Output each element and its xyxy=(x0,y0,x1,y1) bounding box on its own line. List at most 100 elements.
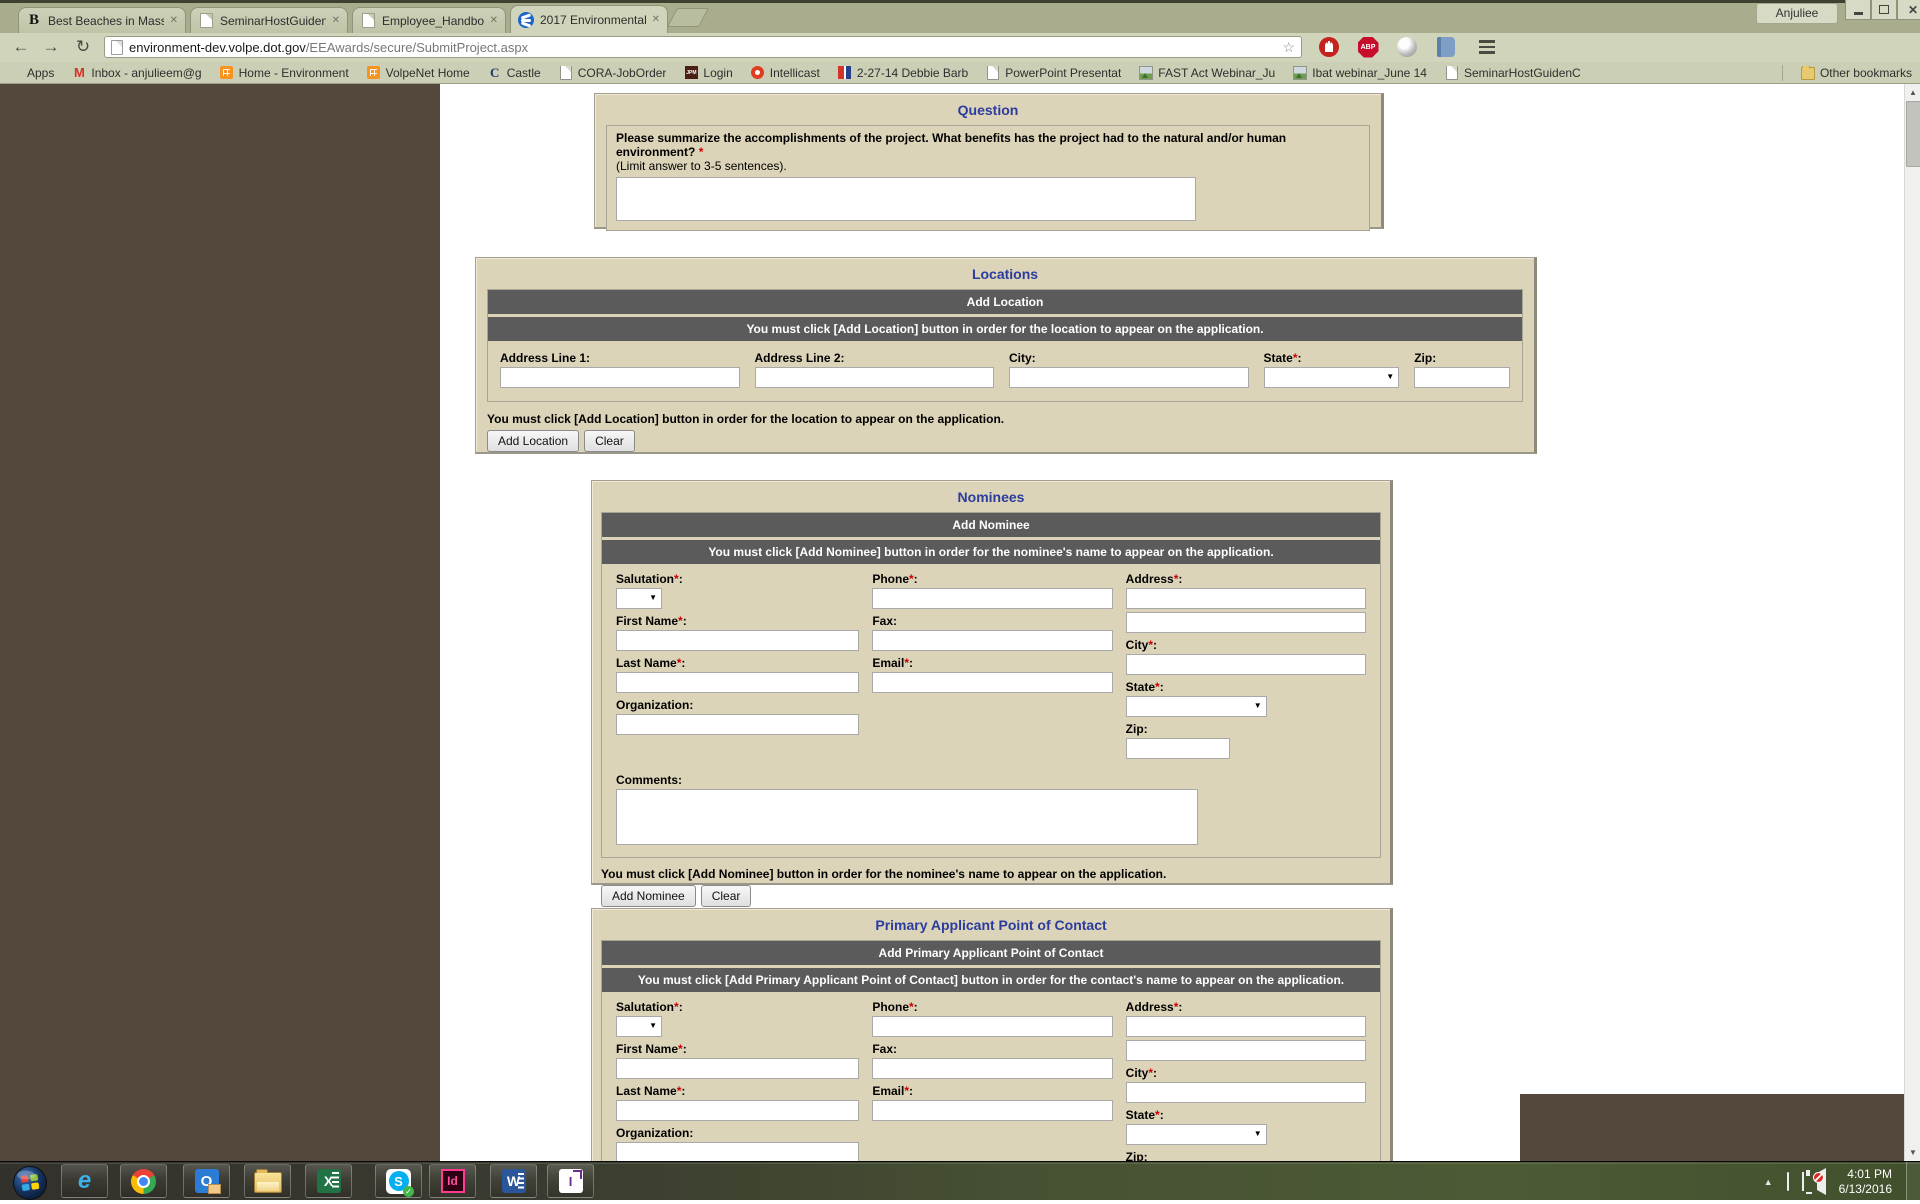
scrollbar-thumb[interactable] xyxy=(1906,101,1920,167)
clear-button[interactable]: Clear xyxy=(701,885,752,907)
salutation-select[interactable]: ▼ xyxy=(616,588,662,609)
start-button[interactable] xyxy=(6,1164,42,1200)
taskbar-skype-button[interactable]: S xyxy=(375,1164,422,1198)
state-select[interactable]: ▼ xyxy=(1126,696,1267,717)
bookmark-castle[interactable]: CCastle xyxy=(488,66,541,80)
bookmark-star-icon[interactable]: ☆ xyxy=(1282,39,1295,56)
chrome-menu-button[interactable] xyxy=(1474,36,1500,58)
bookmark-debbie-barbo[interactable]: 2-27-14 Debbie Barb xyxy=(838,66,968,80)
bookmark-fast-act-webinar[interactable]: FAST Act Webinar_Ju xyxy=(1139,66,1275,80)
address-line-2-input[interactable] xyxy=(1126,1040,1366,1061)
other-bookmarks[interactable]: Other bookmarks xyxy=(1801,66,1912,80)
city-label: City*: xyxy=(1126,638,1366,652)
last-name-input[interactable] xyxy=(616,672,859,693)
comments-textarea[interactable] xyxy=(616,789,1198,845)
bookmark-home-environment[interactable]: Home - Environment xyxy=(220,66,349,80)
fax-input[interactable] xyxy=(872,1058,1112,1079)
bookmark-volpenet-home[interactable]: VolpeNet Home xyxy=(367,66,470,80)
scroll-up-icon[interactable]: ▲ xyxy=(1905,84,1920,101)
bookmark-powerpoint[interactable]: PowerPoint Presentat xyxy=(986,66,1121,80)
zip-input[interactable] xyxy=(1414,367,1510,388)
bookmark-intellicast[interactable]: Intellicast xyxy=(751,66,820,80)
hidden-icons-button[interactable]: ▲ xyxy=(1764,1177,1773,1187)
clear-button[interactable]: Clear xyxy=(584,430,635,452)
ghostery-extension-icon[interactable] xyxy=(1396,36,1418,58)
scroll-down-icon[interactable]: ▼ xyxy=(1905,1144,1920,1161)
taskbar-ie-button[interactable]: e xyxy=(61,1164,108,1198)
tab-environmental-excellence-active[interactable]: 2017 Environmental Excell ✕ xyxy=(510,5,668,33)
address-input[interactable] xyxy=(1126,588,1366,609)
taskbar-word-button[interactable]: W xyxy=(490,1164,537,1198)
add-nominee-button[interactable]: Add Nominee xyxy=(601,885,696,907)
new-tab-button[interactable] xyxy=(667,8,709,27)
state-select[interactable]: ▼ xyxy=(1264,367,1400,388)
adblock-plus-extension-icon[interactable]: ABP xyxy=(1357,36,1379,58)
organization-input[interactable] xyxy=(616,714,859,735)
notebook-extension-icon[interactable] xyxy=(1435,36,1457,58)
phone-input[interactable] xyxy=(872,588,1112,609)
bookmark-login[interactable]: JPMLogin xyxy=(684,66,732,80)
bookmarks-bar: Apps MInbox - anjulieem@g Home - Environ… xyxy=(0,62,1920,84)
address-line-2-input[interactable] xyxy=(755,367,995,388)
back-button[interactable]: ← xyxy=(8,35,34,59)
taskbar-outlook-button[interactable]: O xyxy=(183,1164,230,1198)
city-input[interactable] xyxy=(1009,367,1249,388)
email-input[interactable] xyxy=(872,1100,1112,1121)
screen: B Best Beaches in Massachu ✕ SeminarHost… xyxy=(0,0,1920,1200)
nominees-buttons: Add Nominee Clear xyxy=(601,885,1390,907)
question-textarea[interactable] xyxy=(616,177,1196,221)
tab-close-icon[interactable]: ✕ xyxy=(652,15,660,25)
taskbar-indesign-button[interactable]: Id xyxy=(429,1164,476,1198)
reload-button[interactable]: ↻ xyxy=(70,35,96,59)
tab-close-icon[interactable]: ✕ xyxy=(490,16,498,26)
tab-best-beaches[interactable]: B Best Beaches in Massachu ✕ xyxy=(18,7,186,33)
email-input[interactable] xyxy=(872,672,1112,693)
salutation-label: Salutation*: xyxy=(616,572,859,586)
city-input[interactable] xyxy=(1126,1082,1366,1103)
bookmark-seminar-host[interactable]: SeminarHostGuidenC xyxy=(1445,66,1581,80)
tab-close-icon[interactable]: ✕ xyxy=(170,16,178,26)
restore-button[interactable] xyxy=(1871,0,1897,20)
forward-button[interactable]: → xyxy=(38,35,64,59)
first-name-input[interactable] xyxy=(616,1058,859,1079)
minimize-button[interactable] xyxy=(1845,0,1871,20)
bookmark-inbox[interactable]: MInbox - anjulieem@g xyxy=(72,66,201,80)
bookmark-cora-joborder[interactable]: CORA-JobOrder xyxy=(559,66,667,80)
network-icon[interactable] xyxy=(1802,1173,1804,1191)
volume-muted-icon[interactable] xyxy=(1817,1173,1826,1191)
address-line-2-input[interactable] xyxy=(1126,612,1366,633)
taskbar-clock[interactable]: 4:01 PM6/13/2016 xyxy=(1839,1167,1892,1197)
bookmark-apps[interactable]: Apps xyxy=(8,66,54,80)
taskbar-explorer-button[interactable] xyxy=(244,1164,291,1198)
tab-employee-handbook[interactable]: Employee_Handbook_upd ✕ xyxy=(352,7,506,33)
show-desktop-button[interactable] xyxy=(1906,1162,1920,1201)
first-name-input[interactable] xyxy=(616,630,859,651)
remove-hardware-icon[interactable] xyxy=(1787,1173,1789,1191)
taskbar-infopath-button[interactable]: I xyxy=(547,1164,594,1198)
chevron-down-icon: ▼ xyxy=(649,594,657,602)
taskbar-excel-button[interactable]: X xyxy=(305,1164,352,1198)
salutation-select[interactable]: ▼ xyxy=(616,1016,662,1037)
state-label: State*: xyxy=(1126,680,1366,694)
add-location-button[interactable]: Add Location xyxy=(487,430,579,452)
vertical-scrollbar[interactable]: ▲ ▼ xyxy=(1904,84,1920,1161)
tab-close-icon[interactable]: ✕ xyxy=(332,16,340,26)
tab-seminar-host[interactable]: SeminarHostGuidenCheck ✕ xyxy=(190,7,348,33)
address-line-1-input[interactable] xyxy=(500,367,740,388)
organization-input[interactable] xyxy=(616,1142,859,1161)
stop-hand-extension-icon[interactable] xyxy=(1318,36,1340,58)
last-name-input[interactable] xyxy=(616,1100,859,1121)
close-button[interactable]: ✕ xyxy=(1897,0,1920,20)
locations-note: You must click [Add Location] button in … xyxy=(487,412,1534,426)
address-input[interactable] xyxy=(1126,1016,1366,1037)
url-text[interactable]: environment-dev.volpe.dot.gov/EEAwards/s… xyxy=(129,40,1276,55)
url-bar[interactable]: environment-dev.volpe.dot.gov/EEAwards/s… xyxy=(104,36,1302,58)
state-select[interactable]: ▼ xyxy=(1126,1124,1267,1145)
bookmark-ibat-webinar[interactable]: Ibat webinar_June 14 xyxy=(1293,66,1427,80)
phone-input[interactable] xyxy=(872,1016,1112,1037)
taskbar-chrome-button[interactable] xyxy=(120,1164,167,1198)
zip-input[interactable] xyxy=(1126,738,1230,759)
fax-input[interactable] xyxy=(872,630,1112,651)
profile-chip[interactable]: Anjuliee xyxy=(1756,3,1838,24)
city-input[interactable] xyxy=(1126,654,1366,675)
